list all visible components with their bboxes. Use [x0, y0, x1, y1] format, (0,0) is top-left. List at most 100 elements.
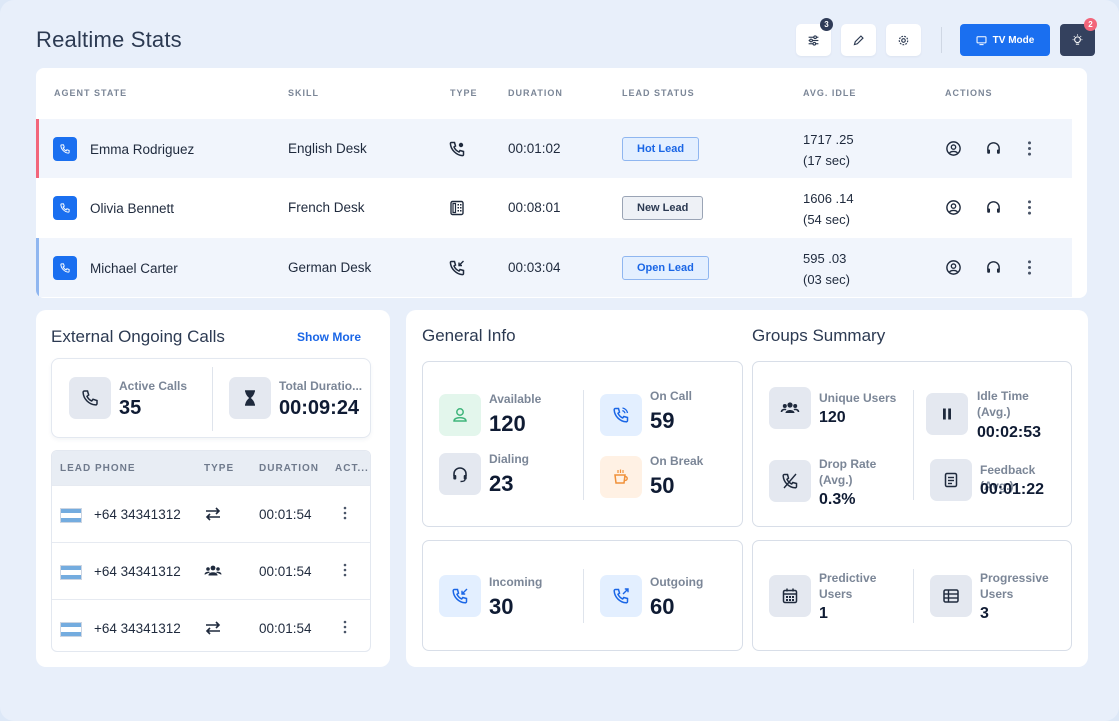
agents-table: AGENT STATE SKILL TYPE DURATION LEAD STA… — [36, 68, 1087, 298]
available-value: 120 — [489, 411, 526, 436]
table-row[interactable]: +64 34341312 00:01:54 — [52, 542, 370, 599]
column-header-actions: ACTIONS — [945, 88, 993, 98]
pencil-icon — [853, 34, 864, 45]
avg-idle-seconds: (54 sec) — [803, 212, 850, 227]
edit-button[interactable] — [841, 24, 876, 56]
on-break-value: 50 — [650, 473, 675, 498]
table-list-icon — [930, 575, 972, 617]
incoming-call-icon — [439, 575, 481, 617]
column-header-actions: ACT... — [335, 463, 369, 474]
lead-status-badge: Open Lead — [622, 256, 709, 280]
users-group-icon — [769, 387, 811, 429]
hourglass-icon — [229, 377, 271, 419]
gear-icon — [898, 35, 909, 45]
tv-mode-label: TV Mode — [992, 34, 1035, 46]
total-duration-value: 00:09:24 — [279, 397, 360, 419]
headset-dialing-icon — [439, 453, 481, 495]
on-call-label: On Call — [650, 389, 693, 403]
headset-icon[interactable] — [985, 199, 1002, 216]
lead-status-badge: New Lead — [622, 196, 704, 220]
bulb-icon — [1072, 33, 1083, 45]
agent-skill: German Desk — [288, 260, 372, 275]
phone-in-talk-icon — [449, 141, 465, 157]
more-vertical-icon[interactable] — [337, 562, 353, 578]
user-profile-icon[interactable] — [945, 259, 962, 276]
more-vertical-icon[interactable] — [1021, 140, 1038, 157]
active-calls-value: 35 — [119, 397, 142, 419]
call-direction-box: Incoming 30 Outgoing 60 — [422, 540, 743, 651]
headset-icon[interactable] — [985, 140, 1002, 157]
column-header-skill[interactable]: SKILL — [288, 88, 319, 98]
notification-button[interactable]: 2 — [1060, 18, 1097, 56]
more-vertical-icon[interactable] — [337, 619, 353, 635]
avg-idle-value: 595 .03 — [803, 251, 847, 266]
monitor-icon — [976, 35, 987, 45]
argentina-flag-icon — [60, 622, 82, 637]
filter-button[interactable]: 3 — [796, 18, 833, 56]
call-duration: 00:01:02 — [508, 141, 561, 156]
column-header-avg-idle[interactable]: AVG. IDLE — [803, 88, 856, 98]
toolbar: 3 TV Mode 2 — [786, 18, 1097, 56]
drop-rate-value: 0.3% — [819, 491, 856, 508]
general-info-title: General Info — [422, 326, 516, 345]
active-calls-label: Active Calls — [119, 379, 188, 393]
progressive-users-value: 3 — [980, 605, 989, 622]
on-call-value: 59 — [650, 408, 675, 433]
user-profile-icon[interactable] — [945, 140, 962, 157]
external-calls-title: External Ongoing Calls — [51, 327, 225, 346]
avg-idle: 1606 .14 (54 sec) — [803, 188, 854, 230]
toolbar-divider — [941, 27, 942, 53]
on-break-label: On Break — [650, 454, 704, 468]
page-title: Realtime Stats — [36, 27, 182, 52]
groups-divider — [913, 390, 914, 500]
table-row[interactable]: +64 34341312 00:01:54 — [52, 599, 370, 651]
headset-icon[interactable] — [985, 259, 1002, 276]
call-dropped-icon — [769, 460, 811, 502]
column-header-lead-status[interactable]: LEAD STATUS — [622, 88, 695, 98]
lead-phone: +64 34341312 — [94, 621, 181, 636]
info-panel: General Info Groups Summary Available 12… — [406, 310, 1088, 667]
predictive-users-label: Predictive Users — [819, 571, 877, 601]
groups-metrics-box: Unique Users 120 Drop Rate (Avg.) 0.3% I… — [752, 361, 1072, 527]
unique-users-label: Unique Users — [819, 391, 897, 405]
column-header-type[interactable]: TYPE — [450, 88, 478, 98]
agent-call-icon — [53, 256, 77, 280]
column-header-lead-phone[interactable]: LEAD PHONE — [60, 463, 136, 474]
column-header-type[interactable]: TYPE — [204, 463, 234, 474]
argentina-flag-icon — [60, 508, 82, 523]
agent-row[interactable]: Emma Rodriguez English Desk 00:01:02 Hot… — [36, 119, 1072, 178]
column-header-agent-state[interactable]: AGENT STATE — [54, 88, 127, 98]
more-vertical-icon[interactable] — [337, 505, 353, 521]
more-vertical-icon[interactable] — [1021, 259, 1038, 276]
transfer-icon — [205, 621, 221, 635]
status-divider — [583, 390, 584, 500]
tv-mode-button[interactable]: TV Mode — [960, 24, 1050, 56]
dialer-divider — [913, 569, 914, 623]
settings-button[interactable] — [886, 24, 921, 56]
user-profile-icon[interactable] — [945, 199, 962, 216]
more-vertical-icon[interactable] — [1021, 199, 1038, 216]
agent-row[interactable]: Olivia Bennett French Desk 00:08:01 New … — [36, 178, 1072, 237]
lead-phone: +64 34341312 — [94, 564, 181, 579]
table-row[interactable]: +64 34341312 00:01:54 — [52, 485, 370, 542]
agent-call-icon — [53, 196, 77, 220]
fax-icon — [450, 200, 464, 216]
column-header-duration[interactable]: DURATION — [508, 88, 563, 98]
agent-name: Olivia Bennett — [90, 201, 175, 216]
avg-idle-value: 1606 .14 — [803, 191, 854, 206]
argentina-flag-icon — [60, 565, 82, 580]
filter-sliders-icon — [808, 34, 819, 46]
agent-name: Michael Carter — [90, 261, 178, 276]
idle-time-label: Idle Time (Avg.) — [977, 389, 1029, 419]
incoming-label: Incoming — [489, 575, 543, 589]
column-header-duration[interactable]: DURATION — [259, 463, 319, 474]
pause-icon — [926, 393, 968, 435]
call-duration: 00:01:54 — [259, 564, 312, 579]
dialing-value: 23 — [489, 471, 514, 496]
agent-skill: English Desk — [288, 141, 367, 156]
agent-row[interactable]: Michael Carter German Desk 00:03:04 Open… — [36, 238, 1072, 297]
show-more-link[interactable]: Show More — [297, 330, 361, 344]
dialing-label: Dialing — [489, 452, 530, 466]
avg-idle-value: 1717 .25 — [803, 132, 854, 147]
filter-count-badge: 3 — [820, 18, 833, 31]
